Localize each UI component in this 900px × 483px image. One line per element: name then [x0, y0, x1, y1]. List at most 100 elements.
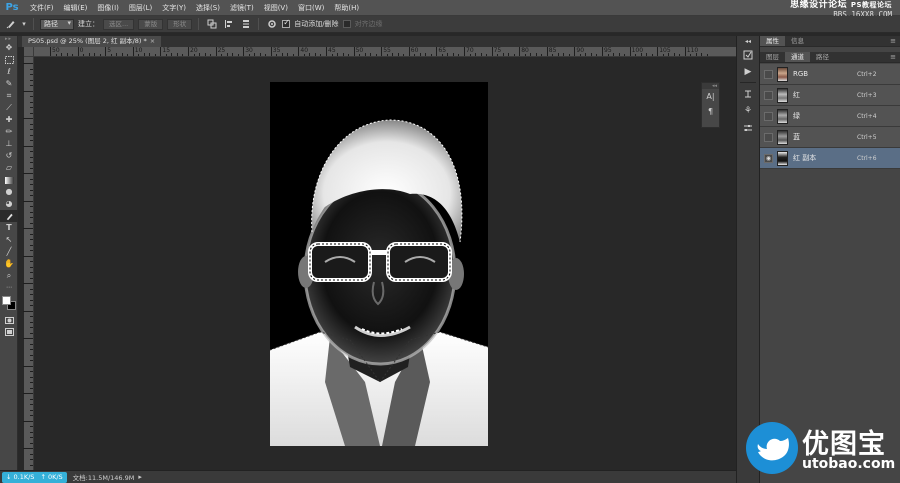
ruler-minor-tick [508, 53, 510, 56]
ruler-label: 85 [548, 47, 557, 54]
ruler-origin[interactable] [24, 47, 34, 57]
path-selection-tool-icon[interactable]: ↖ [0, 234, 18, 246]
vertical-ruler[interactable] [23, 57, 34, 470]
lasso-tool-icon[interactable]: ℓ [0, 66, 18, 78]
line-tool-icon[interactable]: ╱ [0, 246, 18, 258]
paragraph-panel-icon[interactable]: ¶ [702, 104, 719, 119]
menu-file[interactable]: 文件(F) [25, 0, 59, 16]
ruler-minor-tick [458, 54, 460, 56]
visibility-toggle[interactable] [764, 111, 773, 121]
marquee-tool-icon[interactable] [0, 54, 18, 66]
healing-brush-tool-icon[interactable]: ✚ [0, 114, 18, 126]
tab-channels[interactable]: 通道 [785, 52, 810, 62]
brand-url: utobao.com [802, 456, 896, 472]
path-arrangement-icon[interactable] [239, 18, 252, 30]
brush-tool-icon[interactable]: ✏ [0, 126, 18, 138]
eye-icon[interactable]: ◉ [764, 153, 773, 163]
horizontal-ruler[interactable]: 50 0 5 10 15 20 25 30 35 40 45 50 55 60 65 70 75 80 85 90 95… [34, 47, 736, 57]
auto-add-delete-checkbox[interactable] [282, 18, 291, 28]
document-canvas[interactable] [270, 82, 488, 446]
visibility-toggle[interactable] [764, 132, 773, 142]
ruler-minor-tick [530, 53, 532, 56]
chevron-down-icon[interactable]: ▾ [21, 18, 27, 30]
gear-icon[interactable] [265, 18, 278, 30]
tab-properties[interactable]: 属性 [760, 36, 785, 46]
eraser-tool-icon[interactable]: ▱ [0, 162, 18, 174]
tab-info[interactable]: 信息 [785, 36, 810, 46]
ruler-minor-tick [94, 53, 96, 56]
path-operations-icon[interactable] [205, 18, 218, 30]
ruler-minor-tick [624, 54, 626, 56]
close-icon[interactable]: × [150, 37, 155, 45]
ruler-major-tick [629, 47, 631, 56]
ruler-major-tick [684, 47, 686, 56]
tab-paths[interactable]: 路径 [810, 52, 835, 62]
menu-layer[interactable]: 图层(L) [124, 0, 157, 16]
zoom-tool-icon[interactable]: ⌕ [0, 270, 18, 282]
foreground-color-swatch[interactable] [2, 296, 11, 305]
document-size-info[interactable]: 文档:11.5M/146.9M [73, 472, 135, 482]
more-tools-icon[interactable]: ⋯ [0, 282, 18, 294]
menu-type[interactable]: 文字(Y) [157, 0, 191, 16]
ruler-minor-tick [502, 53, 504, 56]
menu-view[interactable]: 视图(V) [259, 0, 293, 16]
utobao-logo: 优图宝 utobao.com [740, 418, 900, 483]
panel-menu-icon[interactable]: ≡ [890, 37, 896, 45]
pen-mode-select[interactable]: 路径 [40, 18, 74, 30]
dock-collapse-icon[interactable]: ◂◂ [737, 36, 759, 46]
menu-window[interactable]: 窗口(W) [293, 0, 329, 16]
ruler-minor-tick [226, 53, 228, 56]
menu-image[interactable]: 图像(I) [92, 0, 124, 16]
quick-select-tool-icon[interactable]: ✎ [0, 78, 18, 90]
history-brush-tool-icon[interactable]: ↺ [0, 150, 18, 162]
ruler-tick [30, 184, 33, 185]
channel-row-rgb[interactable]: RGB Ctrl+2 [760, 64, 900, 85]
brush-presets-panel-icon[interactable] [737, 85, 759, 102]
gradient-tool-icon[interactable] [0, 174, 18, 186]
clone-stamp-tool-icon[interactable]: ⊥ [0, 138, 18, 150]
visibility-toggle[interactable] [764, 69, 773, 79]
channel-row-blue[interactable]: 蓝 Ctrl+5 [760, 127, 900, 148]
history-panel-icon[interactable] [737, 46, 759, 63]
move-tool-icon[interactable]: ✥ [0, 42, 18, 54]
panel-menu-icon[interactable]: ≡ [890, 53, 896, 61]
actions-panel-icon[interactable]: ▶ [737, 63, 759, 80]
ruler-major-tick [188, 47, 189, 56]
path-alignment-icon[interactable] [222, 18, 235, 30]
make-shape-button[interactable]: 形状 [167, 18, 193, 30]
dodge-tool-icon[interactable]: ◕ [0, 198, 18, 210]
blur-tool-icon[interactable]: ● [0, 186, 18, 198]
menu-select[interactable]: 选择(S) [191, 0, 225, 16]
channel-thumbnail [777, 87, 788, 103]
make-selection-button[interactable]: 选区... [103, 18, 135, 30]
clone-source-panel-icon[interactable]: ⚘ [737, 102, 759, 119]
align-edges-checkbox[interactable] [342, 20, 351, 28]
pen-tool-icon[interactable] [0, 210, 18, 222]
channel-shortcut: Ctrl+6 [857, 154, 877, 162]
channel-row-green[interactable]: 绿 Ctrl+4 [760, 106, 900, 127]
visibility-toggle[interactable] [764, 90, 773, 100]
tab-layers[interactable]: 图层 [760, 52, 785, 62]
character-panel-icon[interactable]: A| [702, 89, 719, 104]
ruler-minor-tick [695, 53, 697, 56]
type-tool-icon[interactable]: T [0, 222, 18, 234]
quick-mask-icon[interactable] [0, 314, 18, 326]
hand-tool-icon[interactable]: ✋ [0, 258, 18, 270]
menu-filter[interactable]: 滤镜(T) [225, 0, 259, 16]
ruler-tick [30, 371, 33, 372]
adjustments-panel-icon[interactable] [737, 119, 759, 136]
document-tab[interactable]: PS05.psd @ 25% (图层 2, 红 副本/8) * × [22, 36, 162, 47]
crop-tool-icon[interactable]: ⌗ [0, 90, 18, 102]
document-title: PS05.psd @ 25% (图层 2, 红 副本/8) * [28, 37, 147, 45]
pen-tool-preset-icon[interactable] [4, 18, 17, 30]
make-mask-button[interactable]: 蒙版 [138, 18, 164, 30]
channel-row-red[interactable]: 红 Ctrl+3 [760, 85, 900, 106]
screen-mode-icon[interactable] [0, 326, 18, 338]
menu-edit[interactable]: 编辑(E) [59, 0, 93, 16]
channel-row-red-copy[interactable]: ◉ 红 副本 Ctrl+6 [760, 148, 900, 169]
ruler-tick [30, 327, 33, 328]
eyedropper-tool-icon[interactable]: ⟋ [0, 102, 18, 114]
menu-help[interactable]: 帮助(H) [329, 0, 364, 16]
chevron-right-icon[interactable]: ▸ [138, 473, 142, 481]
ruler-minor-tick [364, 53, 366, 56]
